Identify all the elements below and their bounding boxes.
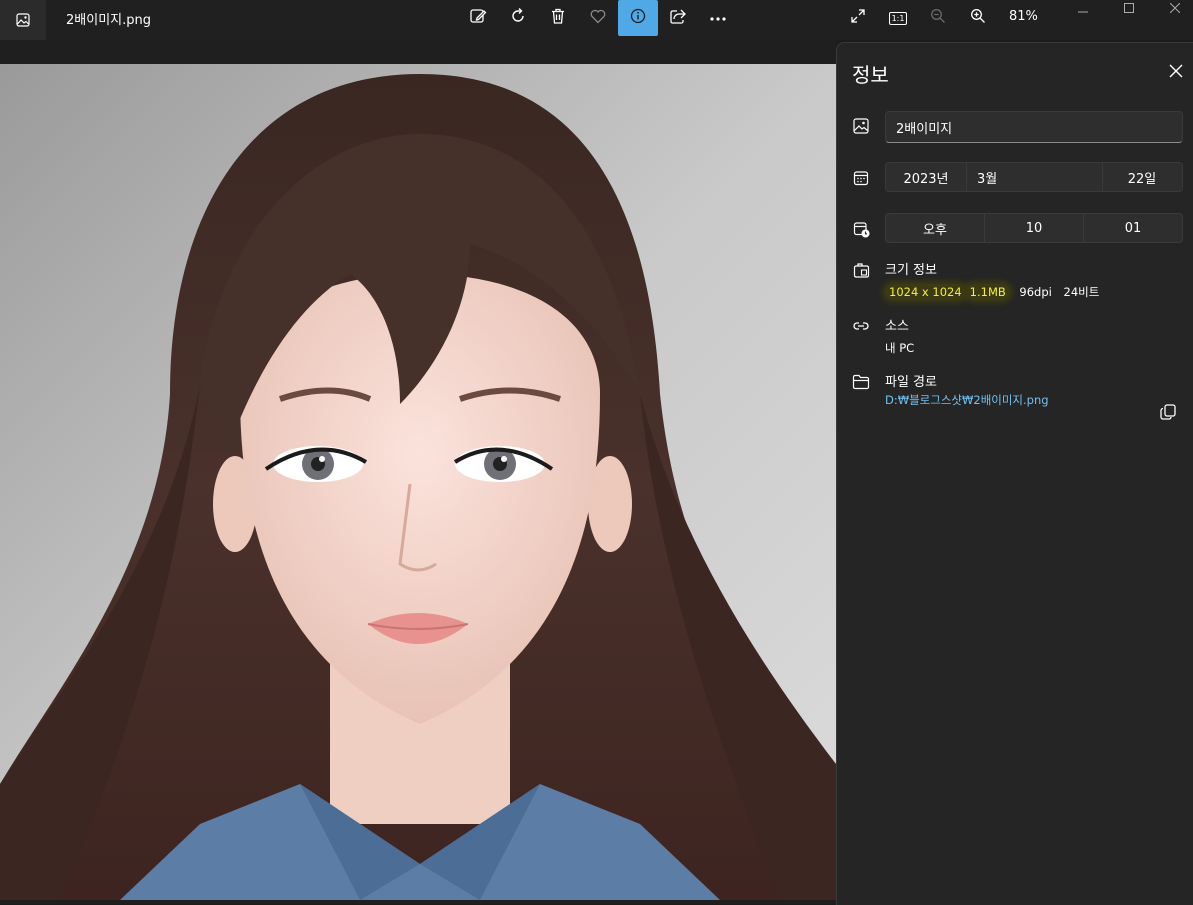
- zoom-out-icon: [930, 8, 946, 28]
- heart-icon: [589, 7, 607, 29]
- source-heading: 소스: [885, 319, 909, 334]
- file-size-value: 1.1MB: [965, 284, 1010, 300]
- rotate-button[interactable]: [498, 0, 538, 36]
- time-hour[interactable]: 10: [985, 214, 1083, 242]
- portrait-image: [0, 64, 836, 900]
- file-name-value: 2배이미지: [896, 122, 953, 137]
- close-window-button[interactable]: [1152, 0, 1193, 18]
- date-picker[interactable]: 2023년 3월 22일: [885, 162, 1183, 192]
- dpi-value: 96dpi: [1019, 285, 1052, 299]
- calendar-clock-icon: [852, 220, 870, 238]
- close-icon: [1169, 2, 1181, 17]
- edit-icon: [469, 7, 487, 29]
- delete-button[interactable]: [538, 0, 578, 36]
- image-icon: [852, 117, 870, 135]
- time-ampm[interactable]: 오후: [886, 214, 984, 242]
- info-icon: [629, 7, 647, 29]
- size-info-heading: 크기 정보: [885, 263, 937, 278]
- zoom-level[interactable]: 81%: [1009, 9, 1038, 24]
- link-icon: [852, 317, 870, 335]
- date-year[interactable]: 2023년: [886, 163, 966, 191]
- share-button[interactable]: [658, 0, 698, 36]
- maximize-icon: [1124, 2, 1134, 17]
- bit-depth-value: 24비트: [1063, 285, 1100, 299]
- actual-size-button[interactable]: 1:1: [878, 0, 918, 36]
- info-panel: 정보 2배이미지 2023년 3월 22일 오후 10 01 크기 정보 102…: [836, 42, 1193, 905]
- close-panel-button[interactable]: [1166, 63, 1186, 83]
- close-icon: [1169, 64, 1183, 82]
- panel-title: 정보: [852, 63, 889, 87]
- file-name-input[interactable]: 2배이미지: [885, 111, 1183, 143]
- more-options-button[interactable]: [698, 0, 738, 36]
- title-bar: 2배이미지.png 1:1 81%: [0, 0, 1193, 40]
- delete-icon: [549, 7, 567, 29]
- fullscreen-button[interactable]: [838, 0, 878, 36]
- info-button[interactable]: [618, 0, 658, 36]
- calendar-icon: [852, 169, 870, 187]
- source-value: 내 PC: [885, 341, 915, 355]
- file-path-link[interactable]: D:₩블로그스샷₩2배이미지.png: [885, 392, 1049, 408]
- zoom-out-button[interactable]: [918, 0, 958, 36]
- photos-app-icon[interactable]: [0, 0, 46, 40]
- rotate-icon: [509, 7, 527, 29]
- expand-icon: [850, 8, 866, 28]
- copy-path-button[interactable]: [1157, 403, 1179, 425]
- dimensions-value: 1024 x 1024: [885, 284, 966, 300]
- actual-size-icon: 1:1: [888, 11, 908, 25]
- minimize-button[interactable]: [1060, 0, 1106, 18]
- minimize-icon: [1078, 2, 1088, 17]
- date-day[interactable]: 22일: [1102, 163, 1182, 191]
- edit-button[interactable]: [458, 0, 498, 36]
- time-minute[interactable]: 01: [1084, 214, 1182, 242]
- favorite-button[interactable]: [578, 0, 618, 36]
- size-details: 1024 x 1024 1.1MB 96dpi 24비트: [885, 284, 1099, 300]
- file-path-heading: 파일 경로: [885, 375, 937, 390]
- image-viewer[interactable]: [0, 40, 836, 904]
- time-picker[interactable]: 오후 10 01: [885, 213, 1183, 243]
- divider: [966, 163, 967, 191]
- size-info-icon: [852, 261, 870, 279]
- file-title: 2배이미지.png: [66, 13, 151, 28]
- zoom-in-icon: [970, 8, 986, 28]
- copy-icon: [1159, 403, 1177, 425]
- zoom-in-button[interactable]: [958, 0, 998, 36]
- share-icon: [669, 7, 687, 29]
- date-month[interactable]: 3월: [977, 163, 1097, 191]
- maximize-button[interactable]: [1106, 0, 1152, 18]
- more-icon: [709, 11, 727, 26]
- folder-icon: [852, 373, 870, 391]
